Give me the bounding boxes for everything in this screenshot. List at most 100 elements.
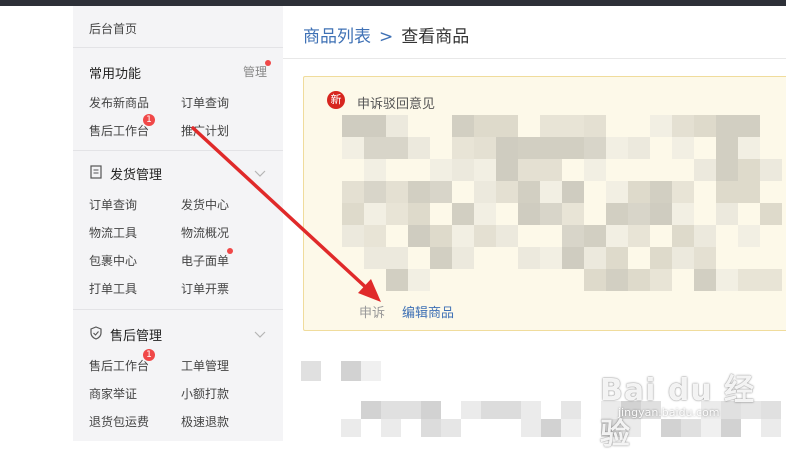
blur-block <box>496 225 518 247</box>
section-title-shipping[interactable]: 发货管理 <box>110 164 162 183</box>
blur-block <box>474 181 496 203</box>
blur-block <box>541 419 561 437</box>
edit-product-link[interactable]: 编辑商品 <box>402 302 454 321</box>
blur-block <box>496 181 518 203</box>
blur-block <box>761 401 781 419</box>
blur-block <box>430 225 452 247</box>
section-title-common: 常用功能 <box>89 67 142 82</box>
chevron-down-icon[interactable] <box>254 331 266 339</box>
sidebar-item-aftersale-desk[interactable]: 售后工作台 <box>89 122 149 139</box>
divider <box>73 150 283 151</box>
blur-block <box>628 225 650 247</box>
blur-block <box>496 115 518 137</box>
sidebar-item-shipping-center[interactable]: 发货中心 <box>181 196 229 213</box>
blur-block <box>521 419 541 437</box>
page-title: 查看商品 <box>401 27 470 47</box>
sidebar-item-promotion[interactable]: 推广计划 <box>181 122 229 139</box>
blur-block <box>364 115 386 137</box>
main-content: 商品列表 > 查看商品 新 申诉驳回意见 申诉 编辑商品 <box>283 6 786 441</box>
blur-block <box>386 203 408 225</box>
blur-block <box>452 137 474 159</box>
blur-block <box>474 225 496 247</box>
blur-block <box>562 203 584 225</box>
blur-block <box>672 247 694 269</box>
sidebar-item-print-tool[interactable]: 打单工具 <box>89 280 137 297</box>
blur-block <box>694 115 716 137</box>
blur-block <box>584 247 606 269</box>
blur-block <box>401 401 421 419</box>
blur-block <box>562 115 584 137</box>
sidebar-item-e-waybill[interactable]: 电子面单 <box>181 252 229 269</box>
sidebar-item-home[interactable]: 后台首页 <box>89 20 137 37</box>
blur-block <box>452 115 474 137</box>
notification-dot <box>227 248 233 254</box>
sidebar-item-aftersale-desk-2[interactable]: 售后工作台 <box>89 357 149 374</box>
blur-block <box>452 225 474 247</box>
appeal-button[interactable]: 申诉 <box>359 302 385 321</box>
blur-block <box>386 115 408 137</box>
sidebar-item-return-shipping[interactable]: 退货包运费 <box>89 413 149 430</box>
blur-block <box>650 269 672 291</box>
divider <box>73 47 283 48</box>
sidebar-item-merchant-evidence[interactable]: 商家举证 <box>89 385 137 402</box>
section-title-aftersale[interactable]: 售后管理 <box>110 325 162 344</box>
blur-block <box>584 137 606 159</box>
breadcrumb-product-list[interactable]: 商品列表 <box>303 27 371 47</box>
blur-block <box>601 419 621 437</box>
blur-block <box>430 181 452 203</box>
blur-block <box>694 225 716 247</box>
blur-block <box>386 269 408 291</box>
count-badge: 1 <box>143 114 155 126</box>
sidebar: 后台首页 常用功能 管理 发布新商品 订单查询 售后工作台 1 推广计划 发货管… <box>73 6 283 441</box>
sidebar-item-order-query[interactable]: 订单查询 <box>181 94 229 111</box>
blur-block <box>672 225 694 247</box>
blur-block <box>716 115 738 137</box>
count-badge: 1 <box>143 349 155 361</box>
sidebar-item-quick-refund[interactable]: 极速退款 <box>181 413 229 430</box>
blur-block <box>701 401 721 419</box>
blur-block <box>716 269 738 291</box>
blur-block <box>760 159 782 181</box>
blur-block <box>721 419 741 437</box>
divider <box>73 309 283 310</box>
sidebar-item-publish[interactable]: 发布新商品 <box>89 94 149 111</box>
sidebar-item-ticket-manage[interactable]: 工单管理 <box>181 357 229 374</box>
blur-block <box>562 181 584 203</box>
blur-block <box>341 419 361 437</box>
new-badge: 新 <box>327 91 345 109</box>
blur-block <box>518 203 540 225</box>
left-gutter <box>0 6 73 441</box>
blur-block <box>628 137 650 159</box>
blur-block <box>342 137 364 159</box>
sidebar-item-package-center[interactable]: 包裹中心 <box>89 252 137 269</box>
blur-block <box>540 203 562 225</box>
chevron-down-icon[interactable] <box>254 170 266 178</box>
blur-block <box>421 419 441 437</box>
sidebar-item-small-payment[interactable]: 小额打款 <box>181 385 229 402</box>
sidebar-item-logistics-overview[interactable]: 物流概况 <box>181 224 229 241</box>
blur-block <box>584 159 606 181</box>
manage-link[interactable]: 管理 <box>243 63 267 80</box>
sidebar-item-logistics-tool[interactable]: 物流工具 <box>89 224 137 241</box>
blur-block <box>721 401 741 419</box>
blur-block <box>761 419 781 437</box>
blur-block <box>738 269 760 291</box>
blur-block <box>681 419 701 437</box>
blur-block <box>421 401 441 419</box>
blur-block <box>650 115 672 137</box>
blur-block <box>518 247 540 269</box>
blur-block <box>650 181 672 203</box>
blur-block <box>716 203 738 225</box>
blur-block <box>760 203 782 225</box>
blur-block <box>474 137 496 159</box>
blur-block <box>430 159 452 181</box>
blur-block <box>342 203 364 225</box>
sidebar-item-order-query-2[interactable]: 订单查询 <box>89 196 137 213</box>
blur-block <box>738 115 760 137</box>
blur-block <box>628 181 650 203</box>
blur-block <box>342 115 364 137</box>
blur-block <box>518 181 540 203</box>
sidebar-item-invoice[interactable]: 订单开票 <box>181 280 229 297</box>
blur-block <box>628 269 650 291</box>
blur-block <box>481 401 501 419</box>
